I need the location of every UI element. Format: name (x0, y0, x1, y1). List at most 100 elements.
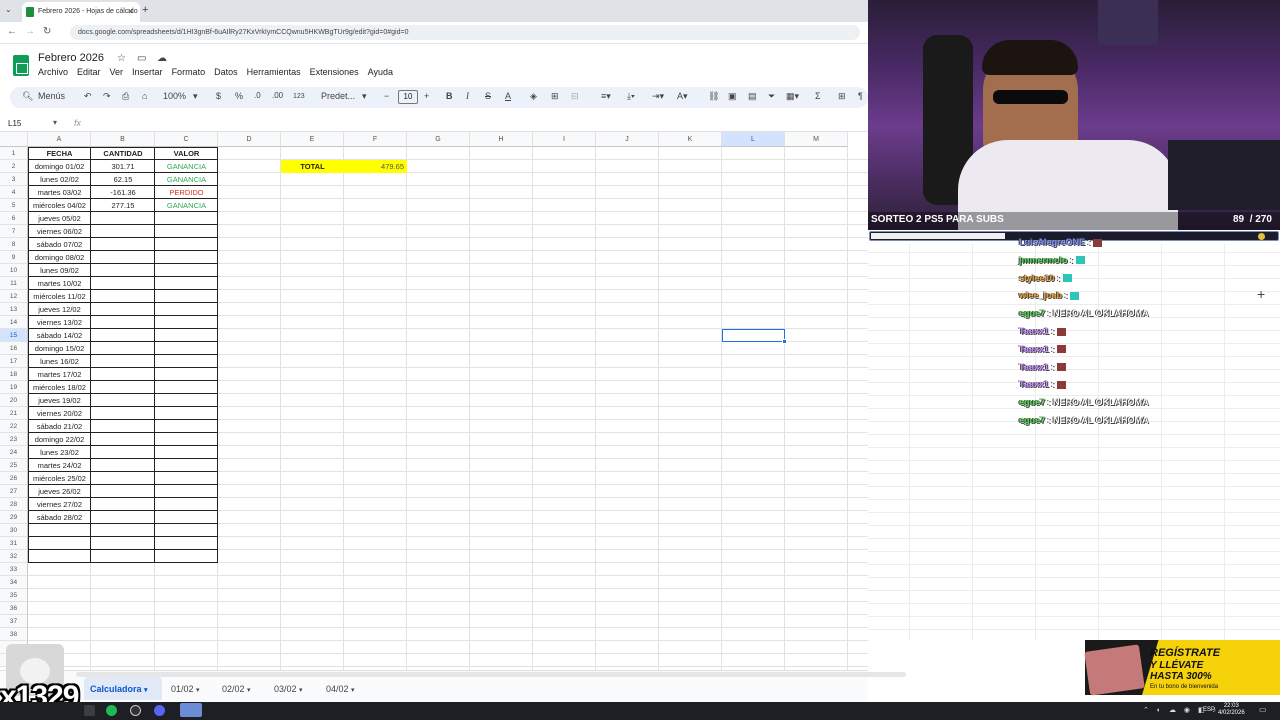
add-panel-icon[interactable]: + (1257, 286, 1265, 302)
menu-extensiones[interactable]: Extensiones (310, 67, 359, 77)
row-header[interactable]: 26 (0, 472, 28, 485)
column-header-l[interactable]: L (722, 132, 785, 147)
obs-icon[interactable] (130, 705, 141, 716)
column-header-a[interactable]: A (28, 132, 91, 147)
paint-format-icon[interactable]: ⌂ (142, 91, 147, 101)
column-header-h[interactable]: H (470, 132, 533, 147)
menu-formato[interactable]: Formato (172, 67, 206, 77)
cell-fecha[interactable]: lunes 23/02 (28, 446, 91, 459)
row-header[interactable]: 35 (0, 589, 28, 602)
column-header-b[interactable]: B (91, 132, 155, 147)
row-header[interactable]: 9 (0, 251, 28, 264)
spotify-icon[interactable] (106, 705, 117, 716)
filter-views-icon[interactable]: ▦▾ (786, 91, 799, 102)
cell-fecha[interactable]: domingo 01/02 (28, 160, 91, 173)
cell-valor[interactable] (155, 550, 218, 563)
cell-valor[interactable] (155, 329, 218, 342)
cell-cantidad[interactable] (91, 446, 155, 459)
cell-valor[interactable] (155, 407, 218, 420)
close-tab-icon[interactable]: ✕ (127, 7, 134, 16)
currency-format-button[interactable]: $ (216, 91, 221, 101)
cell-fecha[interactable]: domingo 08/02 (28, 251, 91, 264)
menu-ayuda[interactable]: Ayuda (368, 67, 393, 77)
row-header[interactable]: 28 (0, 498, 28, 511)
cell-cantidad[interactable] (91, 225, 155, 238)
cell-valor[interactable] (155, 264, 218, 277)
cell-cantidad[interactable] (91, 459, 155, 472)
cell-cantidad[interactable] (91, 342, 155, 355)
cell-fecha[interactable]: viernes 20/02 (28, 407, 91, 420)
sheet-tab-0402[interactable]: 04/02 ▾ (326, 684, 355, 694)
cell-cantidad[interactable] (91, 355, 155, 368)
cell-cantidad[interactable] (91, 303, 155, 316)
insert-link-icon[interactable]: ⛓ (708, 91, 719, 102)
cell-fecha[interactable]: jueves 12/02 (28, 303, 91, 316)
notifications-icon[interactable]: ▭ (1259, 705, 1267, 714)
cell-valor[interactable]: GANANCIA (155, 160, 218, 173)
cell-fecha[interactable]: lunes 02/02 (28, 173, 91, 186)
row-header[interactable]: 3 (0, 173, 28, 186)
fill-handle[interactable] (782, 339, 787, 344)
row-header[interactable]: 10 (0, 264, 28, 277)
column-header-i[interactable]: I (533, 132, 596, 147)
cell-fecha[interactable]: sábado 14/02 (28, 329, 91, 342)
font-dropdown-icon[interactable]: ▾ (362, 91, 367, 102)
column-header-c[interactable]: C (155, 132, 218, 147)
chat-username[interactable]: Taaxx1 (1019, 326, 1049, 336)
menu-archivo[interactable]: Archivo (38, 67, 68, 77)
chat-username[interactable]: egue7 (1019, 397, 1045, 407)
reload-icon[interactable]: ↻ (43, 26, 51, 37)
row-header[interactable]: 25 (0, 459, 28, 472)
chat-username[interactable]: egue7 (1019, 415, 1045, 425)
cell-cantidad[interactable] (91, 264, 155, 277)
column-header-j[interactable]: J (596, 132, 659, 147)
row-header[interactable]: 2 (0, 160, 28, 173)
chat-username[interactable]: Taaxx1 (1019, 362, 1049, 372)
cell-cantidad[interactable] (91, 407, 155, 420)
search-icon[interactable]: 🔍︎ (22, 91, 33, 102)
row-header[interactable]: 5 (0, 199, 28, 212)
discord-icon[interactable] (154, 705, 165, 716)
cell-fecha[interactable]: martes 10/02 (28, 277, 91, 290)
select-all-corner[interactable] (0, 132, 28, 147)
fill-color-icon[interactable]: ◈ (530, 91, 537, 102)
cell-cantidad[interactable] (91, 277, 155, 290)
font-select[interactable]: Predet... (321, 91, 355, 101)
menu-editar[interactable]: Editar (77, 67, 101, 77)
sheet-tab-0302[interactable]: 03/02 ▾ (274, 684, 303, 694)
row-header[interactable]: 29 (0, 511, 28, 524)
cell-valor[interactable] (155, 212, 218, 225)
row-header[interactable]: 22 (0, 420, 28, 433)
horizontal-align-icon[interactable]: ≡▾ (601, 91, 611, 102)
row-header[interactable]: 13 (0, 303, 28, 316)
cell-valor[interactable] (155, 537, 218, 550)
horizontal-scrollbar[interactable] (76, 672, 906, 677)
cell-fecha[interactable]: jueves 26/02 (28, 485, 91, 498)
browser-tab[interactable]: Febrero 2026 - Hojas de cálculo ✕ (22, 2, 140, 22)
cell-cantidad[interactable] (91, 472, 155, 485)
row-header[interactable]: 14 (0, 316, 28, 329)
overflow-icon[interactable]: ¶ (858, 91, 863, 101)
menus-search-button[interactable]: Menús (38, 91, 65, 101)
font-size-input[interactable]: 10 (398, 90, 418, 104)
url-field[interactable]: docs.google.com/spreadsheets/d/1HI3gnBf-… (70, 25, 860, 40)
cell-fecha[interactable]: miércoles 11/02 (28, 290, 91, 303)
spreadsheet-grid[interactable]: A B C D E F G H I J K L M 1 2 3 4 5 6 7 8 9 10 11 12 13 14 15 16 17 18… (0, 132, 868, 670)
clock[interactable]: 22:03 4/02/2026 (1218, 703, 1245, 717)
cell-fecha[interactable]: miércoles 18/02 (28, 381, 91, 394)
cell-cantidad[interactable] (91, 537, 155, 550)
insert-chart-icon[interactable]: ▤ (748, 91, 757, 102)
column-header-d[interactable]: D (218, 132, 281, 147)
task-view-icon[interactable] (84, 705, 95, 716)
merge-cells-icon[interactable]: ⊟ (571, 91, 579, 102)
row-header[interactable]: 36 (0, 602, 28, 615)
cell-cantidad[interactable] (91, 524, 155, 537)
cell-valor[interactable]: GANANCIA (155, 173, 218, 186)
cell-valor[interactable] (155, 316, 218, 329)
italic-icon[interactable]: I (466, 91, 469, 101)
cell-valor[interactable] (155, 290, 218, 303)
increase-decimal-button[interactable]: .00 (272, 91, 283, 100)
chat-username[interactable]: LuisAlegreONE (1019, 237, 1085, 247)
functions-icon[interactable]: Σ (815, 91, 821, 101)
cell-fecha[interactable]: domingo 15/02 (28, 342, 91, 355)
